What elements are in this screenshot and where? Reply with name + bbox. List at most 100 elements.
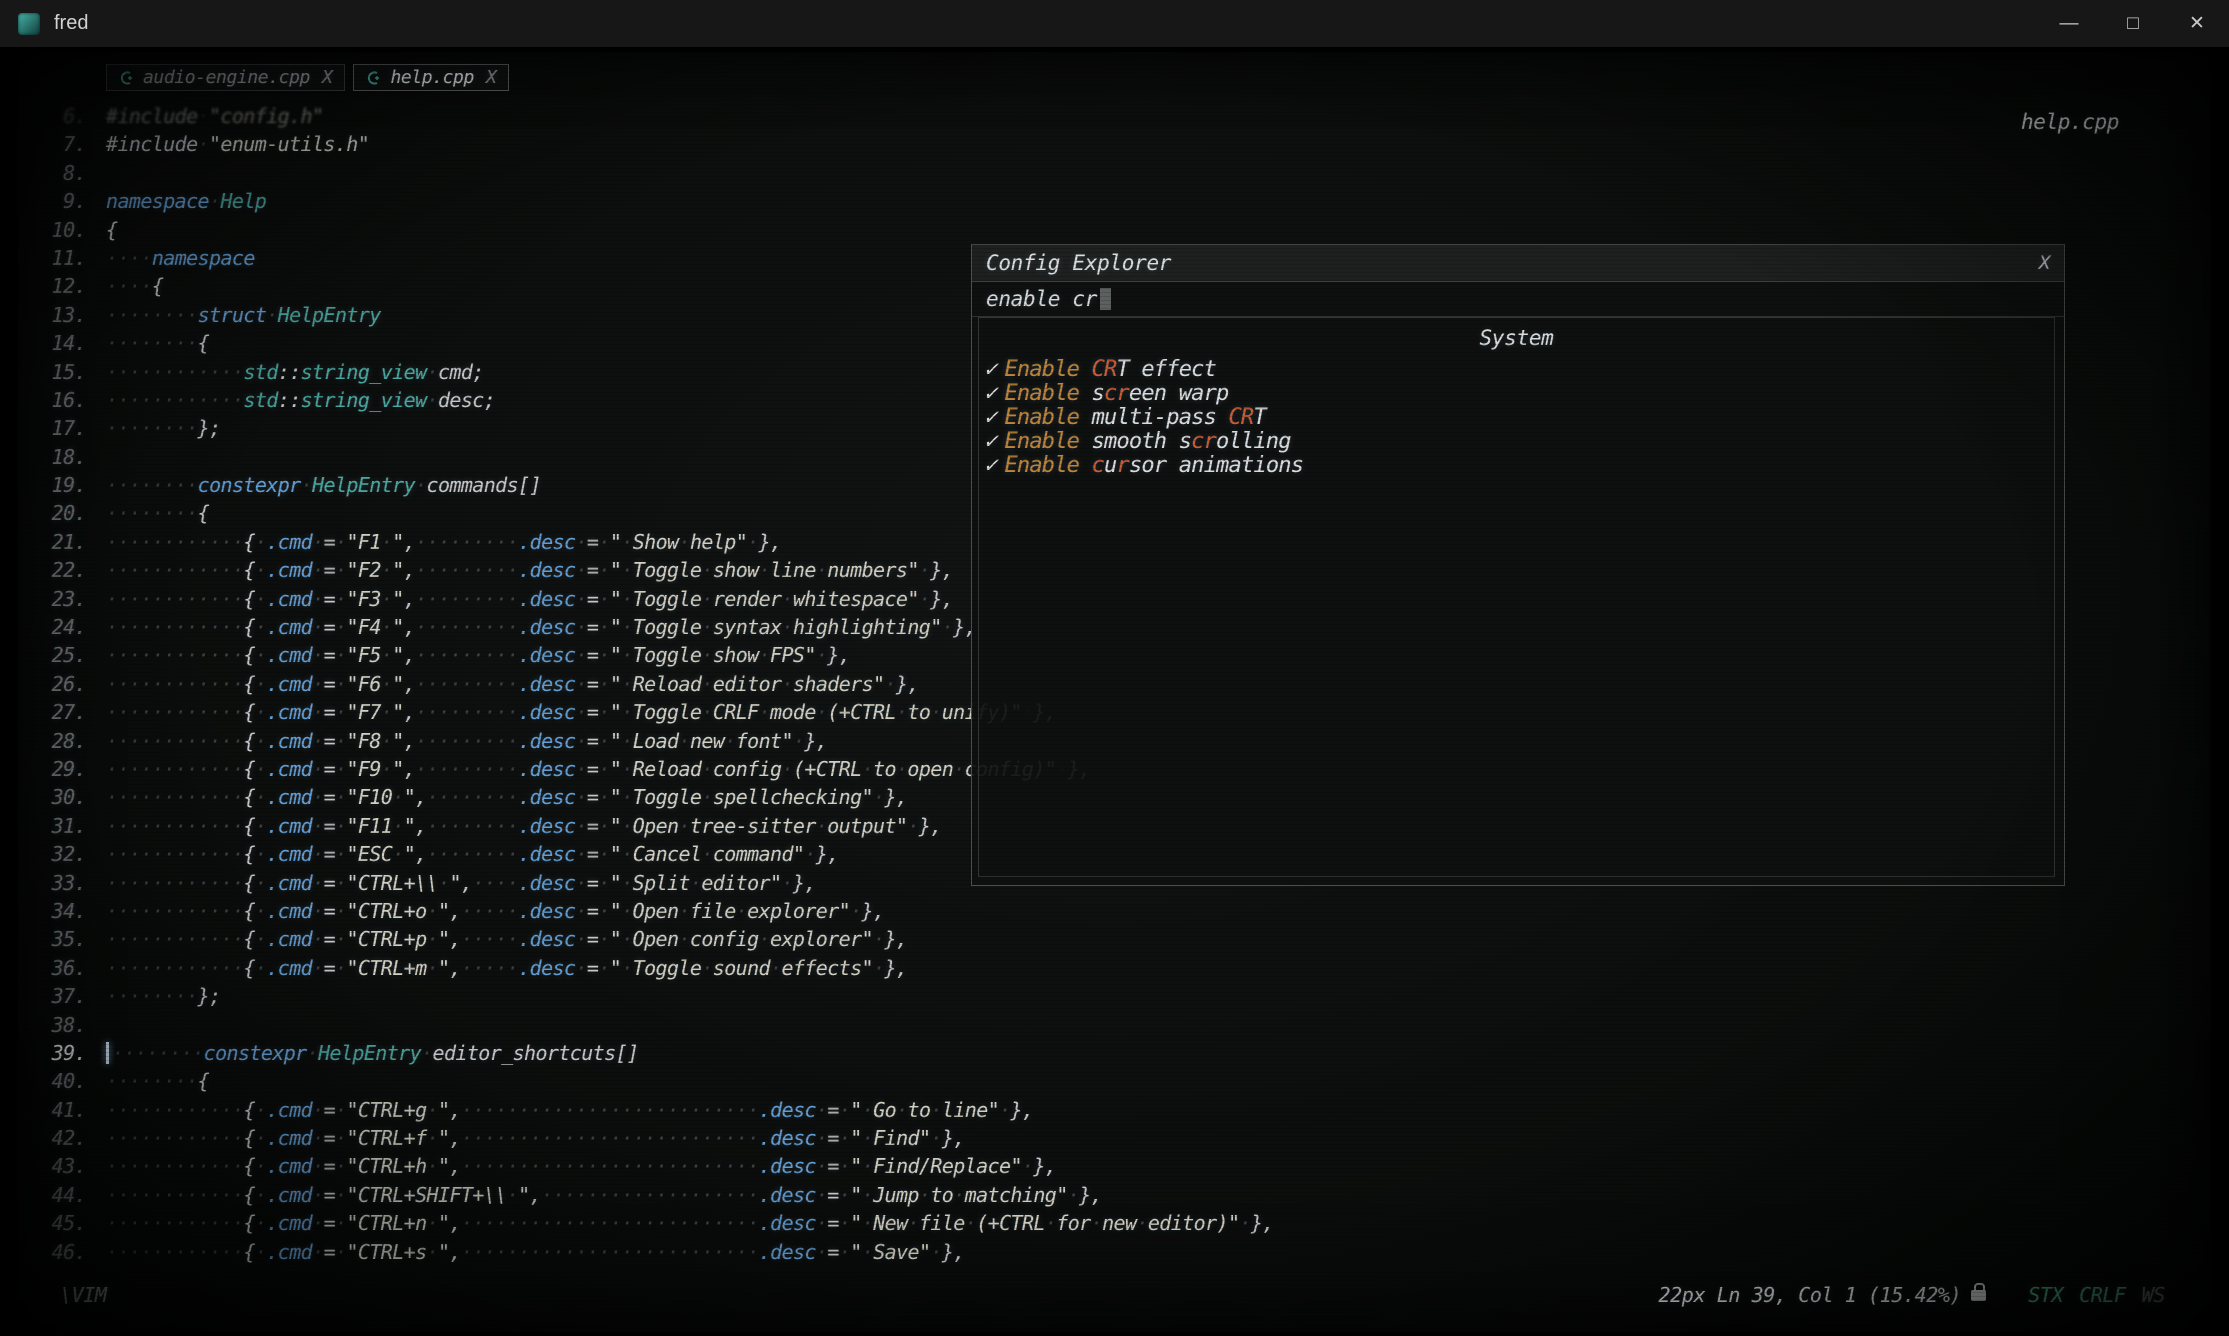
config-option[interactable]: ✓Enable smooth scrolling: [979, 430, 2054, 454]
whitespace-dot: ·: [575, 842, 586, 866]
config-option[interactable]: ✓Enable CRT effect: [979, 358, 2054, 382]
whitespace-dot: ·: [106, 303, 117, 327]
whitespace-dot: ·: [175, 757, 186, 781]
whitespace-dot: ·: [495, 1126, 506, 1150]
whitespace-dot: ·: [461, 729, 472, 753]
whitespace-dot: ·: [495, 956, 506, 980]
maximize-button[interactable]: □: [2101, 0, 2165, 47]
code-token: matching": [965, 1183, 1068, 1207]
code-token: ,: [404, 643, 415, 667]
code-line[interactable]: 36.············{·.cmd·=·"CTRL+m·",·····.…: [30, 954, 2211, 982]
tab-close-icon[interactable]: X: [486, 67, 496, 88]
whitespace-dot: ·: [415, 530, 426, 554]
whitespace-dot: ·: [117, 729, 128, 753]
code-line[interactable]: 45.············{·.cmd·=·"CTRL+n·",······…: [30, 1209, 2211, 1237]
code-line[interactable]: 34.············{·.cmd·=·"CTRL+o·",·····.…: [30, 897, 2211, 925]
whitespace-dot: ·: [598, 700, 609, 724]
code-line[interactable]: 8.: [30, 159, 2211, 187]
window-controls: — □ ✕: [2037, 0, 2229, 47]
whitespace-dot: ·: [163, 416, 174, 440]
whitespace-dot: ·: [163, 615, 174, 639]
whitespace-dot: ·: [209, 672, 220, 696]
minimize-button[interactable]: —: [2037, 0, 2101, 47]
whitespace-dot: ·: [175, 388, 186, 412]
whitespace-dot: ·: [427, 814, 438, 838]
code-token: =: [324, 956, 335, 980]
whitespace-dot: ·: [553, 1126, 564, 1150]
whitespace-dot: ·: [312, 672, 323, 696]
code-token: {: [198, 501, 209, 525]
option-label-part: CR: [1092, 358, 1117, 382]
code-line[interactable]: 37.········};: [30, 982, 2211, 1010]
whitespace-dot: ·: [117, 1069, 128, 1093]
whitespace-dot: ·: [175, 1240, 186, 1264]
whitespace-dot: ·: [781, 871, 792, 895]
whitespace-dot: ·: [335, 1240, 346, 1264]
line-text: ············{·.cmd·=·"F6·",·········.des…: [106, 670, 919, 698]
tab-audio-engine[interactable]: audio-engine.cpp X: [106, 64, 345, 91]
code-token: =: [587, 871, 598, 895]
checkbox-checked-icon[interactable]: ✓: [984, 406, 996, 430]
code-line[interactable]: 44.············{·.cmd·=·"CTRL+SHIFT+\\·"…: [30, 1181, 2211, 1209]
code-token: "CTRL+SHIFT+\\: [346, 1183, 506, 1207]
whitespace-dot: ·: [140, 303, 151, 327]
code-line[interactable]: 6.#include·"config.h": [30, 102, 2211, 130]
code-token: Help: [220, 189, 266, 213]
whitespace-dot: ·: [633, 1126, 644, 1150]
code-line[interactable]: 10.{: [30, 216, 2211, 244]
checkbox-checked-icon[interactable]: ✓: [984, 382, 996, 406]
code-line[interactable]: 39.········constexpr·HelpEntry·editor_sh…: [30, 1039, 2211, 1067]
code-token: output": [827, 814, 907, 838]
whitespace-dot: ·: [129, 700, 140, 724]
code-line[interactable]: 41.············{·.cmd·=·"CTRL+g·",······…: [30, 1096, 2211, 1124]
whitespace-dot: ·: [530, 1126, 541, 1150]
whitespace-dot: ·: [953, 757, 964, 781]
code-token: =: [324, 643, 335, 667]
config-option[interactable]: ✓Enable cursor animations: [979, 454, 2054, 478]
close-button[interactable]: ✕: [2165, 0, 2229, 47]
line-text: ········};: [106, 414, 221, 442]
code-line[interactable]: 35.············{·.cmd·=·"CTRL+p·",·····.…: [30, 925, 2211, 953]
code-line[interactable]: 38.: [30, 1011, 2211, 1039]
code-token: =: [827, 1098, 838, 1122]
code-line[interactable]: 7.#include·"enum-utils.h": [30, 130, 2211, 158]
code-line[interactable]: 43.············{·.cmd·=·"CTRL+h·",······…: [30, 1152, 2211, 1180]
whitespace-dot: ·: [255, 757, 266, 781]
checkbox-checked-icon[interactable]: ✓: [984, 454, 996, 478]
whitespace-dot: ·: [415, 558, 426, 582]
whitespace-dot: ·: [129, 1211, 140, 1235]
code-token: .desc: [518, 729, 575, 753]
code-token: .cmd: [266, 1183, 312, 1207]
tab-close-icon[interactable]: X: [322, 67, 332, 88]
whitespace-dot: ·: [140, 984, 151, 1008]
code-line[interactable]: 9.namespace·Help: [30, 187, 2211, 215]
line-number: 20.: [30, 499, 86, 527]
whitespace-dot: ·: [598, 672, 609, 696]
line-number: 38.: [30, 1011, 86, 1039]
checkbox-checked-icon[interactable]: ✓: [984, 430, 996, 454]
code-token: Toggle: [633, 643, 702, 667]
line-number: 46.: [30, 1238, 86, 1266]
whitespace-dot: ·: [793, 729, 804, 753]
dialog-close-button[interactable]: X: [2039, 252, 2050, 274]
code-line[interactable]: 42.············{·.cmd·=·"CTRL+f·",······…: [30, 1124, 2211, 1152]
whitespace-dot: ·: [186, 1098, 197, 1122]
whitespace-dot: ·: [198, 558, 209, 582]
whitespace-dot: ·: [175, 871, 186, 895]
code-token: ": [610, 558, 621, 582]
checkbox-checked-icon[interactable]: ✓: [984, 358, 996, 382]
code-line[interactable]: 40.········{: [30, 1067, 2211, 1095]
whitespace-dot: ·: [908, 1211, 919, 1235]
code-token: =: [324, 899, 335, 923]
code-token: .desc: [518, 643, 575, 667]
config-option[interactable]: ✓Enable multi-pass CRT: [979, 406, 2054, 430]
tab-help[interactable]: help.cpp X: [353, 64, 509, 91]
code-token: editor_shortcuts: [433, 1041, 616, 1065]
config-search-input[interactable]: enable cr: [972, 282, 2064, 317]
whitespace-dot: ·: [175, 360, 186, 384]
whitespace-dot: ·: [724, 1154, 735, 1178]
code-line[interactable]: 46.············{·.cmd·=·"CTRL+s·",······…: [30, 1238, 2211, 1266]
whitespace-dot: ·: [335, 871, 346, 895]
config-option[interactable]: ✓Enable screen warp: [979, 382, 2054, 406]
line-text: ············{·.cmd·=·"CTRL+h·",·········…: [106, 1152, 1056, 1180]
